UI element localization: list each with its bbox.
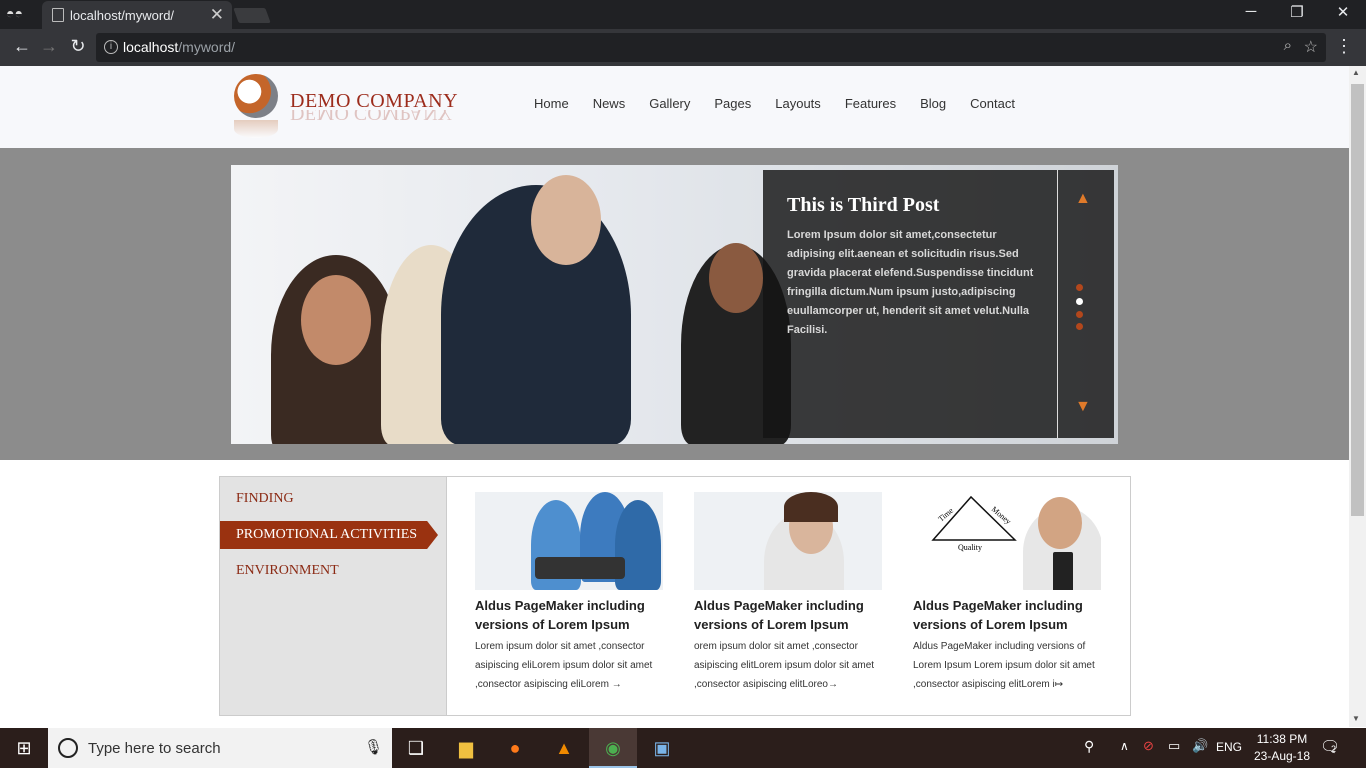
- minimize-icon[interactable]: ─: [1228, 3, 1274, 25]
- card-image-team[interactable]: [475, 492, 663, 590]
- slider-dot[interactable]: [1076, 284, 1083, 291]
- card-text: Aldus PageMaker including versions of Lo…: [913, 641, 1095, 690]
- windows-start-icon[interactable]: ⊞: [0, 728, 48, 768]
- restore-icon[interactable]: ❐: [1274, 3, 1320, 25]
- scroll-down-arrow-icon[interactable]: ▼: [1352, 714, 1360, 723]
- card-text: orem ipsum dolor sit amet ,consector asi…: [694, 641, 875, 690]
- web-page: DEMO COMPANY DEMO COMPANY Home News Gall…: [0, 66, 1349, 727]
- url-path: /myword/: [178, 39, 236, 55]
- card-image-diagram[interactable]: Time Money Quality: [913, 492, 1101, 590]
- cortana-icon[interactable]: [58, 738, 78, 758]
- company-name-reflection: DEMO COMPANY: [290, 110, 453, 124]
- nav-features[interactable]: Features: [845, 96, 896, 111]
- nav-contact[interactable]: Contact: [970, 96, 1015, 111]
- notification-count: 2: [1331, 744, 1337, 754]
- language-indicator[interactable]: ENG: [1216, 740, 1242, 754]
- url-host: localhost: [123, 39, 179, 55]
- content-box: FINDING PROMOTIONAL ACTIVITIES ENVIRONME…: [219, 476, 1131, 716]
- category-tabs: FINDING PROMOTIONAL ACTIVITIES ENVIRONME…: [220, 477, 447, 715]
- slide-down-arrow-icon[interactable]: ▼: [1075, 398, 1091, 416]
- slider-dot[interactable]: [1076, 311, 1083, 318]
- bookmark-star-icon[interactable]: ☆: [1304, 37, 1318, 57]
- slider-dot-active[interactable]: [1076, 298, 1083, 305]
- address-bar[interactable]: i localhost/myword/ ⌕ ☆: [96, 33, 1326, 62]
- person-face: [531, 175, 601, 265]
- zoom-icon[interactable]: ⌕: [1284, 37, 1292, 54]
- browser-tab[interactable]: localhost/myword/ ✕: [42, 1, 232, 29]
- site-info-icon[interactable]: i: [104, 40, 118, 54]
- nav-layouts[interactable]: Layouts: [775, 96, 821, 111]
- tray-chevron-icon[interactable]: ∧: [1120, 739, 1129, 753]
- person-face: [301, 275, 371, 365]
- diagram-label-time: Time: [937, 506, 956, 524]
- nav-home[interactable]: Home: [534, 96, 569, 111]
- article-card: Aldus PageMaker including versions of Lo…: [694, 492, 884, 694]
- photos-icon[interactable]: ▣: [638, 728, 686, 768]
- volume-icon[interactable]: 🔊: [1192, 738, 1208, 754]
- chrome-icon[interactable]: ◉: [589, 728, 637, 768]
- slider-dot[interactable]: [1076, 323, 1083, 330]
- file-explorer-icon[interactable]: ▆: [442, 728, 490, 768]
- notification-center-icon[interactable]: 🗨 2: [1320, 737, 1340, 757]
- tab-environment[interactable]: ENVIRONMENT: [236, 563, 339, 579]
- logo-reflection: [234, 120, 278, 138]
- tab-title: localhost/myword/: [70, 8, 175, 23]
- network-icon[interactable]: ⊘: [1143, 738, 1154, 754]
- close-icon[interactable]: ✕: [1320, 3, 1366, 25]
- browser-menu-icon[interactable]: ⋮: [1335, 36, 1353, 57]
- page-favicon-icon: [52, 8, 64, 22]
- article-card: Aldus PageMaker including versions of Lo…: [475, 492, 665, 694]
- clock-date: 23-Aug-18: [1253, 749, 1311, 763]
- forward-icon[interactable]: →: [37, 36, 61, 60]
- nav-gallery[interactable]: Gallery: [649, 96, 690, 111]
- nav-pages[interactable]: Pages: [714, 96, 751, 111]
- diagram-label-quality: Quality: [958, 543, 982, 552]
- clock-time: 11:38 PM: [1256, 732, 1308, 746]
- card-image-woman[interactable]: [694, 492, 882, 590]
- task-view-icon[interactable]: ❑: [392, 728, 440, 768]
- battery-icon[interactable]: ▭: [1168, 738, 1180, 754]
- slide-caption: This is Third Post Lorem Ipsum dolor sit…: [763, 170, 1057, 438]
- new-tab-button[interactable]: [233, 8, 271, 23]
- reload-icon[interactable]: ↻: [66, 36, 90, 60]
- nav-news[interactable]: News: [593, 96, 626, 111]
- back-icon[interactable]: ←: [10, 36, 34, 60]
- url-text[interactable]: localhost/myword/: [123, 39, 235, 55]
- people-icon[interactable]: ⚲: [1084, 738, 1094, 755]
- diagram-label-money: Money: [990, 505, 1013, 526]
- microphone-icon[interactable]: 🎙: [364, 738, 383, 756]
- scroll-up-arrow-icon[interactable]: ▲: [1352, 68, 1360, 77]
- slider-controls: ▲ ▼: [1057, 170, 1114, 438]
- clock[interactable]: 11:38 PM 23-Aug-18: [1250, 731, 1314, 765]
- tab-close-icon[interactable]: ✕: [210, 5, 224, 25]
- slide-text: Lorem Ipsum dolor sit amet,consectetur a…: [787, 229, 1034, 336]
- card-title[interactable]: Aldus PageMaker including versions of Lo…: [475, 596, 665, 634]
- company-logo-icon[interactable]: [234, 74, 278, 118]
- slide-up-arrow-icon[interactable]: ▲: [1075, 190, 1091, 208]
- vlc-icon[interactable]: ▲: [540, 728, 588, 768]
- tab-finding[interactable]: FINDING: [236, 491, 294, 507]
- article-card: Time Money Quality Aldus PageMaker inclu…: [913, 492, 1103, 694]
- card-title[interactable]: Aldus PageMaker including versions of Lo…: [694, 596, 884, 634]
- incognito-icon[interactable]: ◓◓: [6, 5, 26, 25]
- main-navigation: Home News Gallery Pages Layouts Features…: [534, 96, 1015, 111]
- search-placeholder[interactable]: Type here to search: [88, 740, 221, 757]
- card-text: Lorem ipsum dolor sit amet ,consector as…: [475, 641, 653, 690]
- slide-title[interactable]: This is Third Post: [787, 194, 939, 217]
- taskbar: ⊞ Type here to search 🎙 ❑ ▆ ● ▲ ◉ ▣ ⚲ ∧ …: [0, 728, 1366, 768]
- person-face: [709, 243, 763, 313]
- taskbar-search[interactable]: Type here to search 🎙: [48, 728, 392, 768]
- nav-blog[interactable]: Blog: [920, 96, 946, 111]
- tab-promotional-activities[interactable]: PROMOTIONAL ACTIVITIES: [236, 527, 417, 543]
- firefox-icon[interactable]: ●: [491, 728, 539, 768]
- scrollbar-thumb[interactable]: [1351, 84, 1364, 516]
- card-title[interactable]: Aldus PageMaker including versions of Lo…: [913, 596, 1103, 634]
